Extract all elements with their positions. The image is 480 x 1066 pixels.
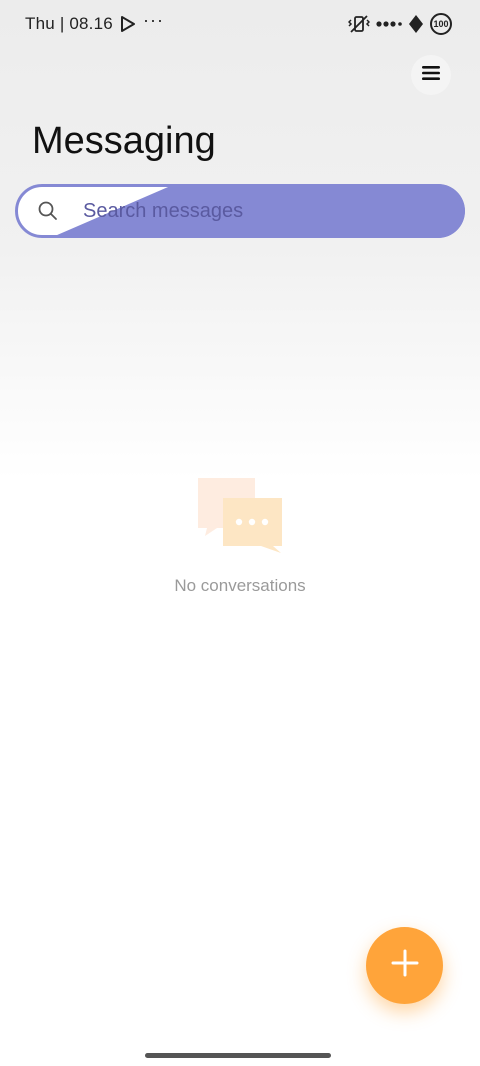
signal-dots-icon	[376, 20, 402, 28]
page-title: Messaging	[32, 120, 216, 162]
search-bar[interactable]: Search messages	[15, 184, 465, 238]
search-icon	[37, 200, 59, 222]
status-more-icon: ···	[143, 10, 164, 30]
play-store-icon	[120, 15, 136, 33]
hamburger-menu-icon	[422, 65, 440, 85]
new-conversation-button[interactable]	[366, 927, 443, 1004]
battery-icon: 100	[430, 13, 452, 35]
vibrate-off-icon	[348, 14, 370, 34]
empty-state-message: No conversations	[174, 576, 306, 595]
status-icons: 100	[348, 13, 452, 35]
menu-button[interactable]	[411, 55, 451, 95]
status-bar: Thu | 08.16 ··· 100	[0, 0, 480, 48]
chat-bubbles-icon	[195, 476, 285, 556]
wifi-diamond-icon	[408, 14, 424, 34]
search-input[interactable]: Search messages	[83, 200, 243, 223]
status-time: Thu | 08.16	[25, 14, 113, 33]
home-indicator[interactable]	[145, 1053, 331, 1058]
plus-icon	[391, 949, 419, 982]
